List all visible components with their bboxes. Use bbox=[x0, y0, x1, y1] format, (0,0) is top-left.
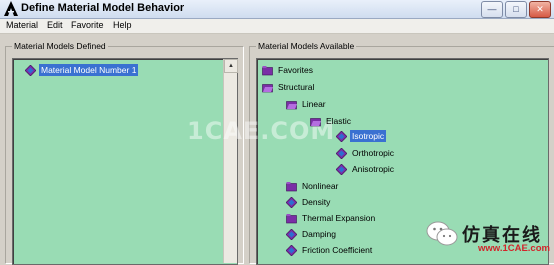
menu-material[interactable]: Material bbox=[6, 20, 38, 30]
tree-item-favorites[interactable]: Favorites bbox=[262, 63, 315, 77]
scroll-up-button[interactable]: ▲ bbox=[224, 59, 238, 73]
title-bar: Define Material Model Behavior — □ ✕ bbox=[0, 0, 554, 19]
tree-item-label: Isotropic bbox=[350, 130, 387, 142]
tree-item-label: Damping bbox=[302, 229, 337, 239]
available-group-label: Material Models Available bbox=[256, 41, 357, 51]
material-icon bbox=[336, 130, 347, 142]
tree-item-label: Structural bbox=[278, 82, 315, 92]
tree-item-orthotropic[interactable]: Orthotropic bbox=[336, 146, 396, 160]
window-title: Define Material Model Behavior bbox=[21, 2, 185, 14]
material-icon bbox=[336, 147, 347, 159]
folder-icon bbox=[262, 65, 273, 75]
brand-overlay: 仿真在线 www.1CAE.com bbox=[420, 215, 554, 257]
folder-icon bbox=[286, 181, 297, 191]
material-icon bbox=[286, 196, 297, 208]
tree-item-density[interactable]: Density bbox=[286, 195, 332, 209]
tree-item-label: Thermal Expansion bbox=[302, 213, 376, 223]
ansys-logo-icon bbox=[4, 1, 18, 16]
tree-item-linear[interactable]: Linear bbox=[286, 97, 328, 111]
tree-item-label: Elastic bbox=[326, 116, 352, 126]
tree-item-structural[interactable]: Structural bbox=[262, 80, 316, 94]
menu-favorite[interactable]: Favorite bbox=[71, 20, 104, 30]
tree-item-nonlinear[interactable]: Nonlinear bbox=[286, 179, 340, 193]
menu-bar: Material Edit Favorite Help bbox=[0, 19, 554, 34]
tree-item-label: Friction Coefficient bbox=[302, 245, 373, 255]
tree-item-label: Orthotropic bbox=[352, 148, 395, 158]
tree-item-label: Density bbox=[302, 197, 331, 207]
tree-item-isotropic[interactable]: Isotropic bbox=[336, 129, 387, 143]
tree-item-anisotropic[interactable]: Anisotropic bbox=[336, 162, 396, 176]
tree-item-label: Linear bbox=[302, 99, 326, 109]
tree-item-label: Nonlinear bbox=[302, 181, 339, 191]
minimize-button[interactable]: — bbox=[481, 1, 503, 18]
material-icon bbox=[25, 64, 36, 76]
close-button[interactable]: ✕ bbox=[529, 1, 551, 18]
folder-open-icon bbox=[262, 83, 273, 92]
folder-icon bbox=[286, 213, 297, 223]
tree-item-damping[interactable]: Damping bbox=[286, 227, 338, 241]
defined-group-label: Material Models Defined bbox=[12, 41, 108, 51]
material-icon bbox=[286, 244, 297, 256]
defined-list-scrollbar[interactable]: ▲ bbox=[223, 59, 238, 263]
brand-url: www.1CAE.com bbox=[478, 243, 550, 254]
material-icon bbox=[336, 163, 347, 175]
material-icon bbox=[286, 228, 297, 240]
tree-item-elastic[interactable]: Elastic bbox=[310, 114, 353, 128]
wechat-logo-icon bbox=[426, 221, 458, 246]
tree-item-thermal-expansion[interactable]: Thermal Expansion bbox=[286, 211, 377, 225]
folder-open-icon bbox=[310, 117, 321, 126]
list-item-material-model-1[interactable]: Material Model Number 1 bbox=[25, 63, 139, 77]
folder-open-icon bbox=[286, 100, 297, 109]
tree-item-label: Anisotropic bbox=[352, 164, 395, 174]
menu-edit[interactable]: Edit bbox=[47, 20, 63, 30]
defined-models-list[interactable]: Material Model Number 1 ▲ bbox=[12, 58, 238, 265]
tree-item-label: Favorites bbox=[278, 65, 313, 75]
window-controls: — □ ✕ bbox=[481, 1, 551, 18]
tree-item-friction-coefficient[interactable]: Friction Coefficient bbox=[286, 243, 374, 257]
maximize-button[interactable]: □ bbox=[505, 1, 527, 18]
list-item-label: Material Model Number 1 bbox=[39, 64, 139, 76]
menu-help[interactable]: Help bbox=[113, 20, 132, 30]
